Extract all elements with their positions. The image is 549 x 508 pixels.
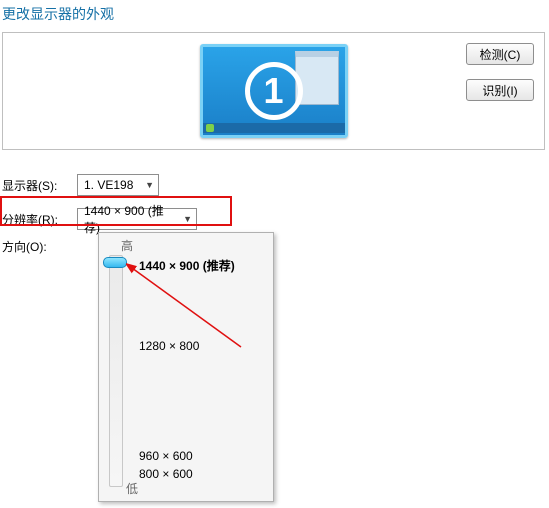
resolution-option[interactable]: 1280 × 800 [139, 339, 199, 353]
chevron-down-icon: ▼ [145, 180, 154, 190]
display-row: 显示器(S): 1. VE198 ▼ [0, 168, 549, 202]
resolution-option[interactable]: 800 × 600 [139, 467, 193, 481]
resolution-dropdown[interactable]: 1440 × 900 (推荐) ▼ [77, 208, 197, 230]
identify-button[interactable]: 识别(I) [466, 79, 534, 101]
monitor-number: 1 [263, 73, 283, 109]
chevron-down-icon: ▼ [183, 214, 192, 224]
page-title: 更改显示器的外观 [0, 0, 549, 32]
resolution-option[interactable]: 960 × 600 [139, 449, 193, 463]
monitor-preview-panel: 1 检测(C) 识别(I) [2, 32, 545, 150]
monitor-taskbar-icon [203, 123, 345, 133]
resolution-slider-popup: 高 低 1440 × 900 (推荐) 1280 × 800 960 × 600 80… [98, 232, 274, 502]
display-dropdown-value: 1. VE198 [84, 178, 133, 192]
slider-low-label: 低 [126, 480, 138, 497]
detect-button[interactable]: 检测(C) [466, 43, 534, 65]
resolution-dropdown-value: 1440 × 900 (推荐) [84, 202, 177, 236]
resolution-label: 分辨率(R): [2, 211, 77, 228]
slider-thumb[interactable] [103, 257, 127, 268]
monitor-preview[interactable]: 1 [200, 44, 348, 138]
orientation-label: 方向(O): [2, 238, 47, 255]
resolution-option[interactable]: 1440 × 900 (推荐) [139, 257, 235, 274]
display-dropdown[interactable]: 1. VE198 ▼ [77, 174, 159, 196]
slider-track[interactable] [109, 255, 123, 487]
slider-high-label: 高 [121, 237, 133, 254]
start-button-icon [206, 124, 214, 132]
resolution-row: 分辨率(R): 1440 × 900 (推荐) ▼ [0, 202, 549, 236]
monitor-number-circle: 1 [245, 62, 303, 120]
display-label: 显示器(S): [2, 177, 77, 194]
